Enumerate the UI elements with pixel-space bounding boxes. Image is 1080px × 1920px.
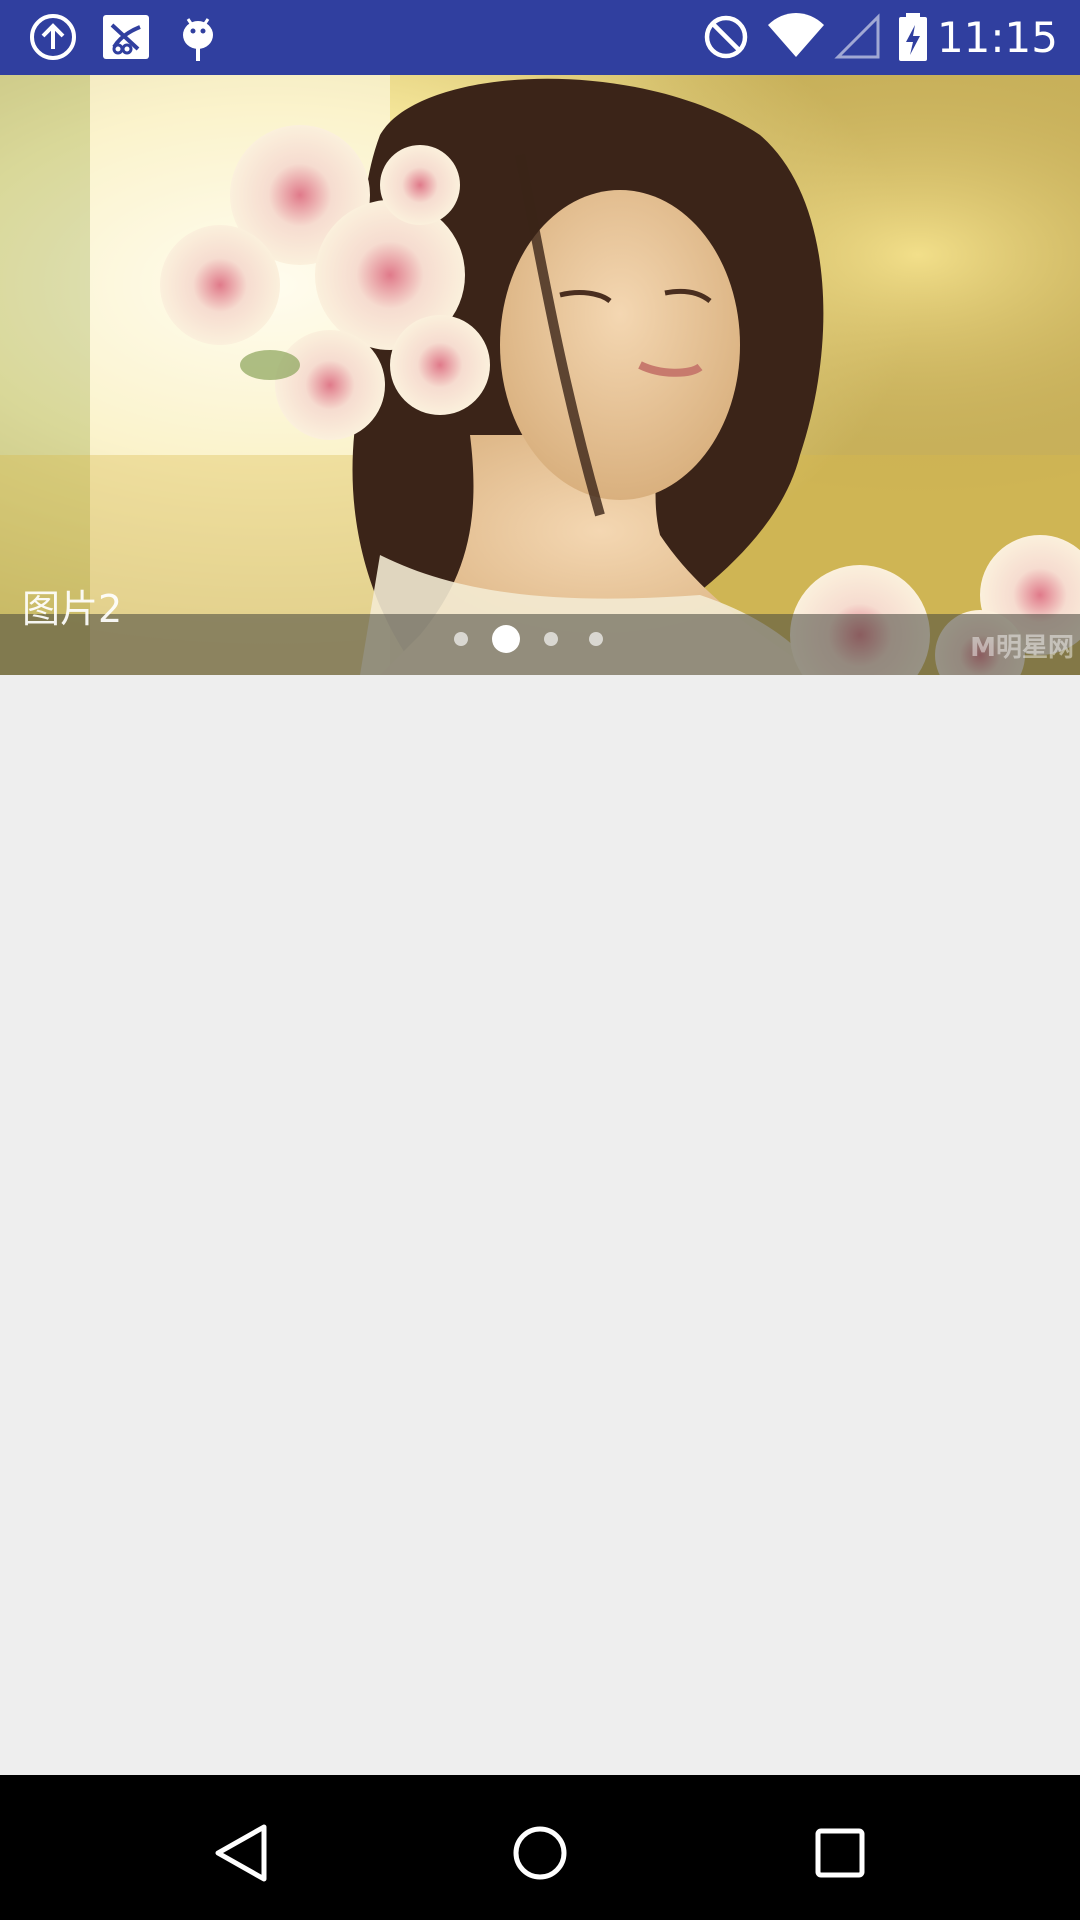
banner-photo — [0, 75, 1080, 675]
page-indicator-dot[interactable] — [589, 632, 603, 646]
content-area — [0, 675, 1080, 1775]
page-indicator-dot[interactable] — [454, 632, 468, 646]
banner-caption: 图片2 — [22, 587, 123, 631]
cell-signal-icon — [834, 13, 880, 59]
home-icon[interactable] — [500, 1813, 580, 1893]
battery-charging-icon — [899, 13, 927, 61]
navigation-bar — [0, 1775, 1080, 1920]
upload-icon — [30, 14, 76, 60]
image-carousel[interactable]: 图片2 M明星网 — [0, 75, 1080, 675]
caption-overlay — [0, 614, 1080, 675]
recents-icon[interactable] — [800, 1813, 880, 1893]
watermark: M明星网 — [970, 633, 1074, 663]
do-not-disturb-icon — [704, 15, 748, 59]
page-indicator-dot-active[interactable] — [492, 625, 520, 653]
page-indicator-dot[interactable] — [544, 632, 558, 646]
status-bar: 11:15 — [0, 0, 1080, 75]
app-notification-icon — [103, 15, 149, 59]
android-debug-icon — [183, 18, 213, 61]
status-time: 11:15 — [936, 13, 1058, 62]
back-icon[interactable] — [202, 1813, 282, 1893]
wifi-icon — [768, 13, 824, 57]
